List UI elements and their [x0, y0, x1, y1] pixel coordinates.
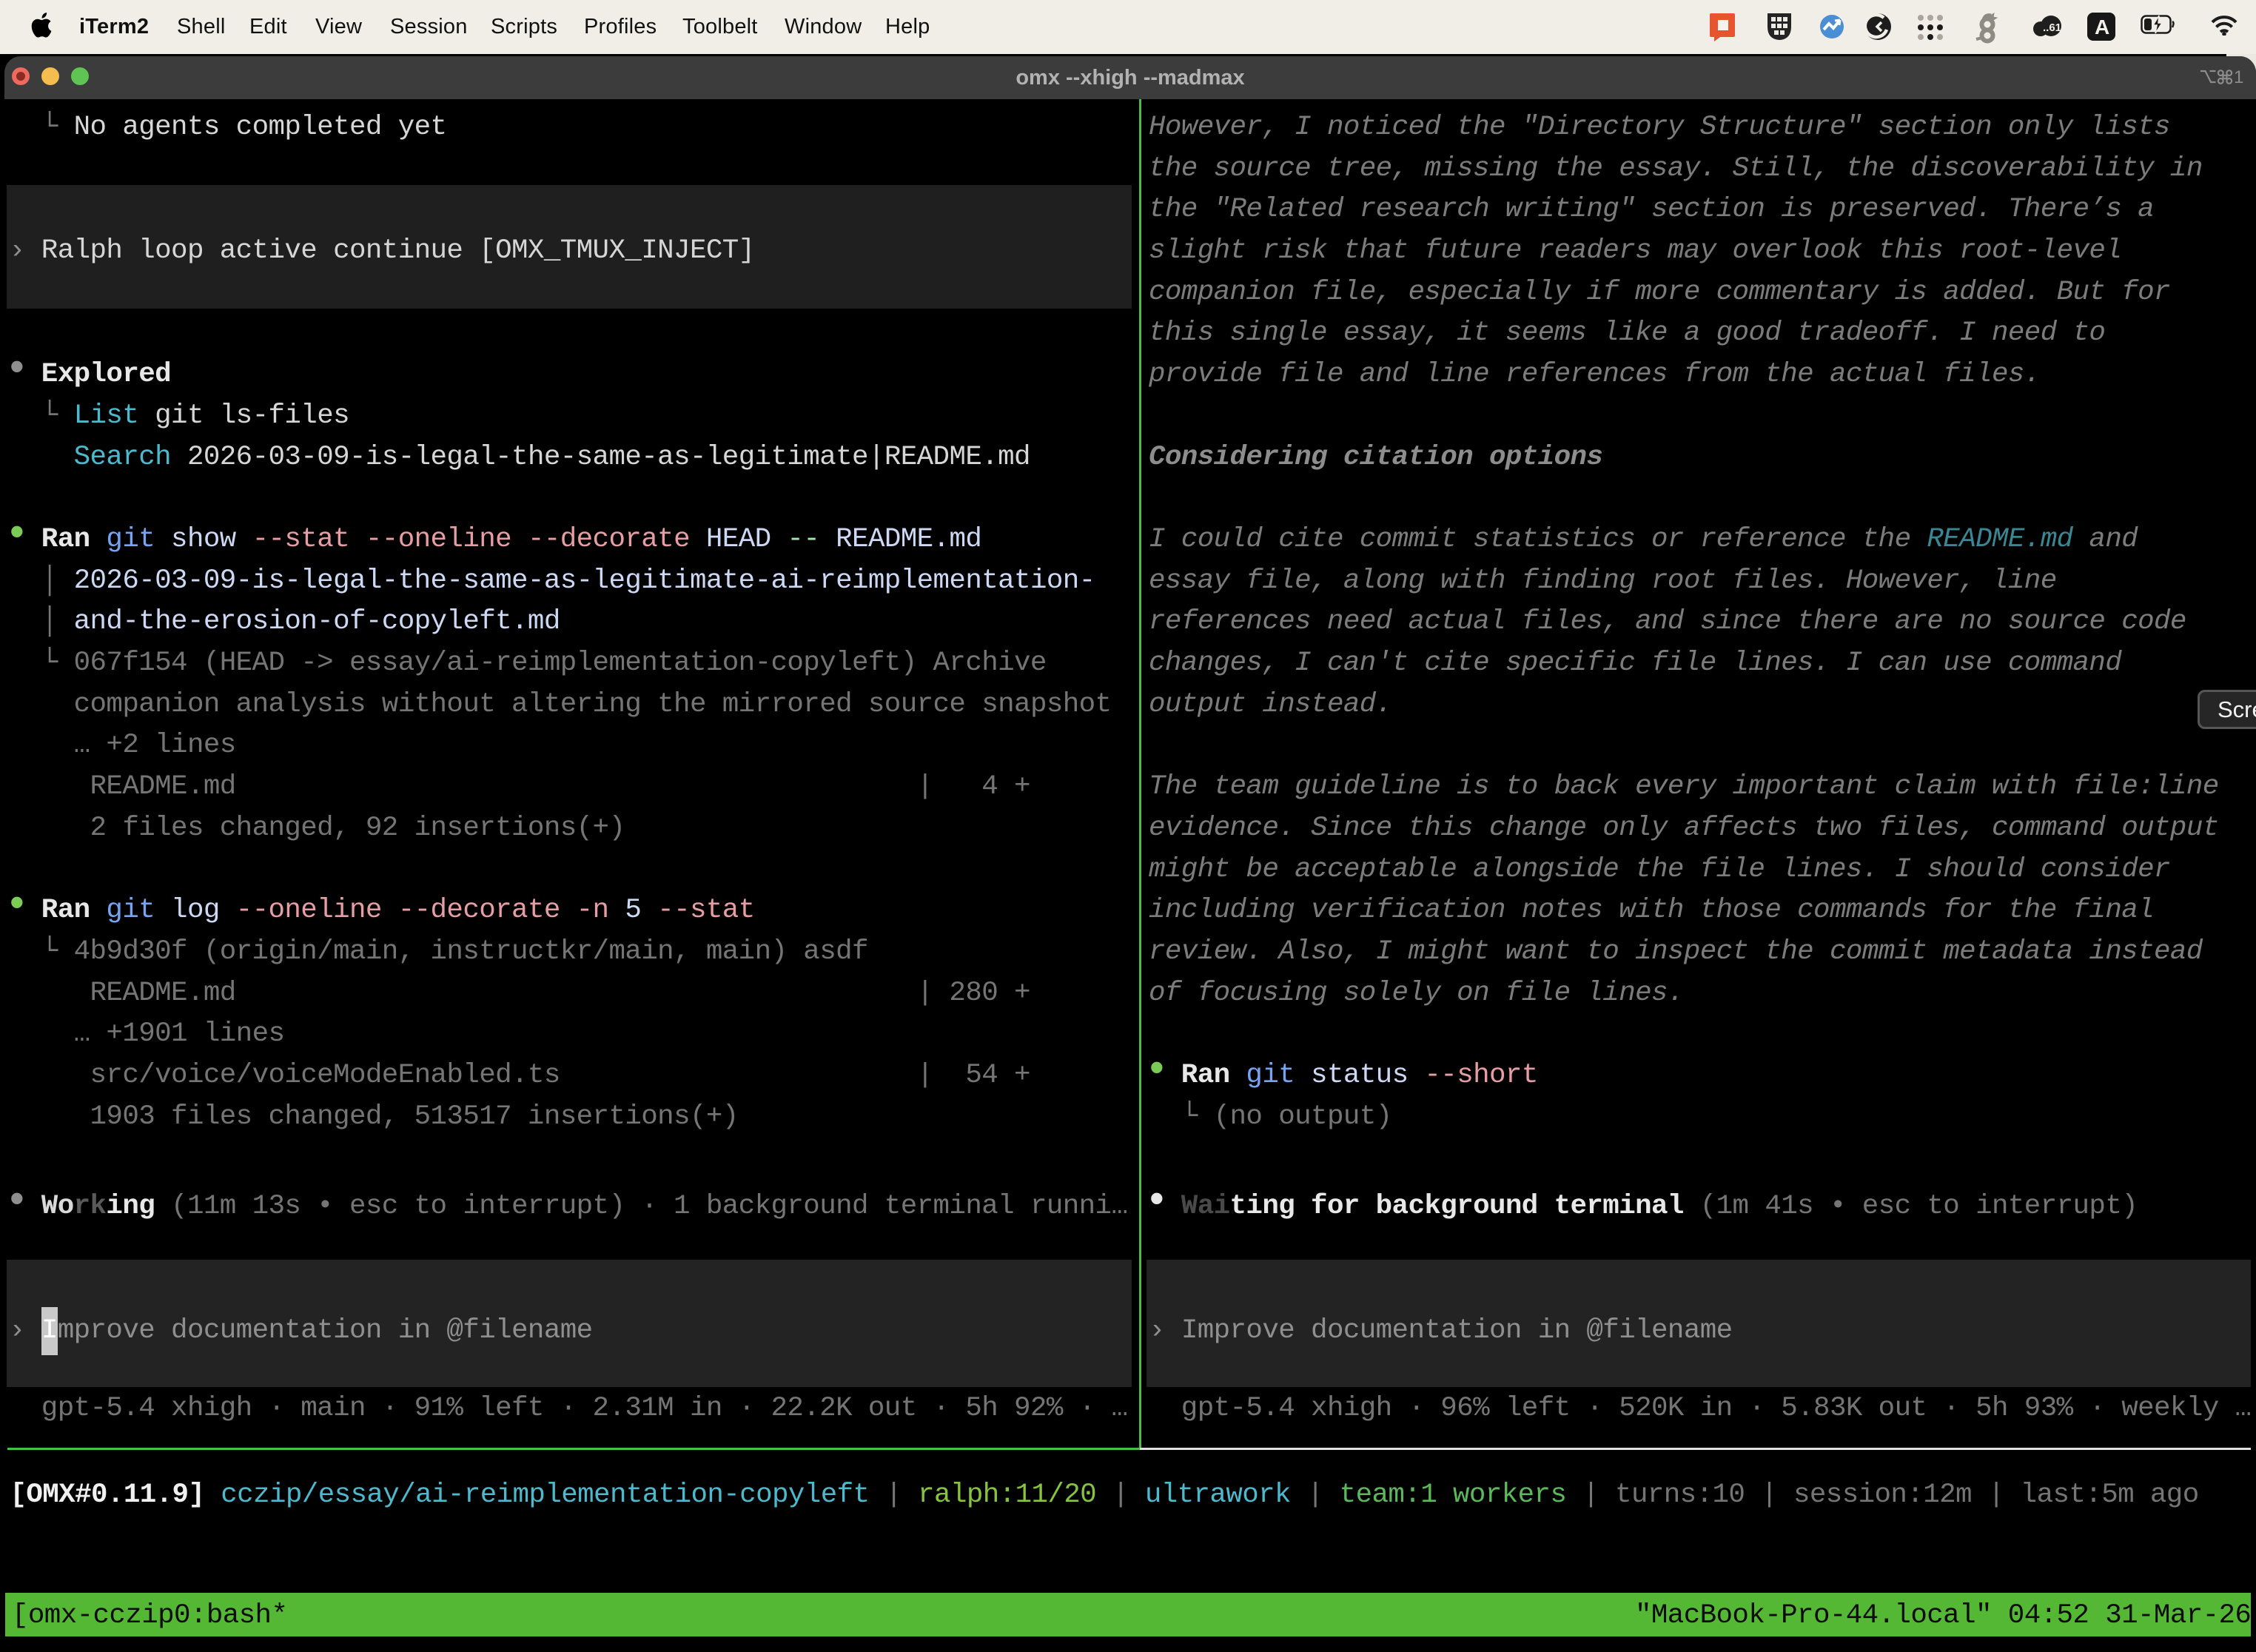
svg-text:A: A [2095, 16, 2109, 38]
svg-text:..61: ..61 [2043, 21, 2061, 34]
svg-text:1: 1 [2234, 67, 2243, 87]
